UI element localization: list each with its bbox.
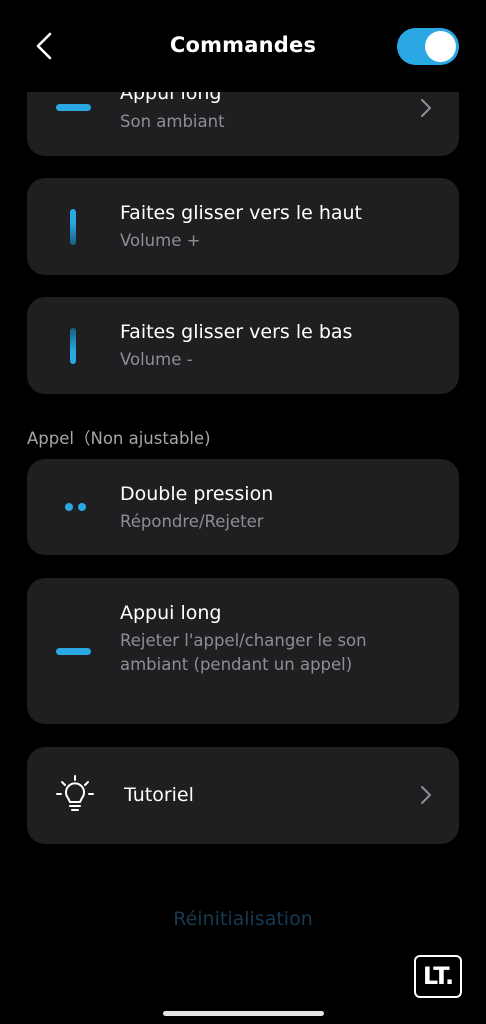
tutorial-card[interactable]: Tutoriel xyxy=(27,747,459,844)
swipe-up-icon xyxy=(70,209,76,245)
call-card-long-press: Appui long Rejeter l'appel/changer le so… xyxy=(27,578,459,724)
control-subtitle: Volume - xyxy=(120,350,193,369)
control-card-swipe-up: Faites glisser vers le haut Volume + xyxy=(27,178,459,275)
chevron-right-icon xyxy=(421,99,431,117)
control-subtitle: Son ambiant xyxy=(120,112,225,131)
controls-toggle[interactable] xyxy=(397,28,459,65)
tutorial-label: Tutoriel xyxy=(124,784,194,806)
call-item-title: Double pression xyxy=(120,483,274,505)
chevron-right-icon xyxy=(421,786,431,804)
top-bar: Commandes xyxy=(0,0,486,92)
swipe-down-icon xyxy=(70,328,76,364)
reset-button[interactable]: Réinitialisation xyxy=(0,908,486,930)
call-card-double-tap: Double pression Répondre/Rejeter xyxy=(27,459,459,555)
call-item-subtitle: Répondre/Rejeter xyxy=(120,512,264,531)
home-indicator xyxy=(163,1011,324,1016)
control-title: Faites glisser vers le bas xyxy=(120,321,353,343)
long-press-dash-icon xyxy=(56,104,91,111)
call-item-title: Appui long xyxy=(120,602,222,624)
lt-logo: LT. xyxy=(414,955,462,998)
call-item-subtitle: Rejeter l'appel/changer le son ambiant (… xyxy=(120,631,367,674)
control-subtitle: Volume + xyxy=(120,231,201,250)
lightbulb-icon xyxy=(56,775,94,811)
control-card-swipe-down: Faites glisser vers le bas Volume - xyxy=(27,297,459,394)
toggle-knob xyxy=(425,31,456,62)
control-title: Faites glisser vers le haut xyxy=(120,202,363,224)
long-press-dash-icon xyxy=(56,648,91,655)
call-section-label: Appel（Non ajustable) xyxy=(27,429,211,448)
double-tap-dots-icon xyxy=(65,503,87,511)
